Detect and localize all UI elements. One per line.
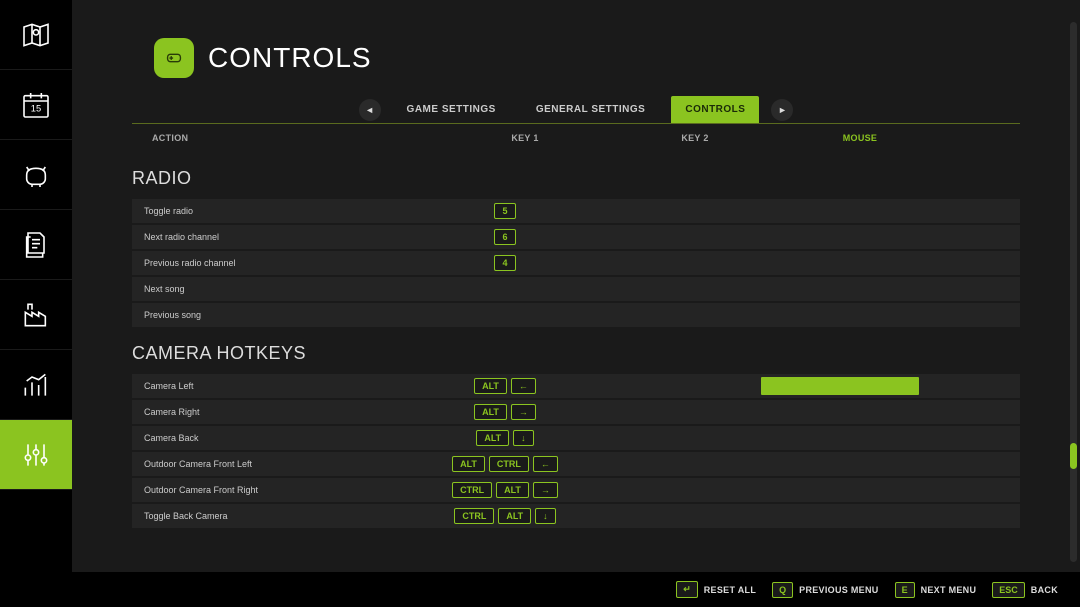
col-header-mouse: MOUSE	[780, 133, 940, 143]
key-badge: ←	[533, 456, 558, 472]
binding-key1[interactable]: ALTCTRL←	[420, 456, 590, 472]
page-title: CONTROLS	[208, 42, 372, 74]
binding-row[interactable]: Next song	[132, 277, 1020, 301]
sidebar-item-map[interactable]	[0, 0, 72, 70]
binding-row[interactable]: Next radio channel 6	[132, 225, 1020, 249]
bindings-list: Light front RADIO Toggle radio 5 Next ra…	[132, 152, 1020, 557]
back-button[interactable]: BACK	[1031, 585, 1058, 595]
binding-key1[interactable]: ALT←	[420, 378, 590, 394]
binding-action: Next song	[144, 284, 420, 294]
binding-row[interactable]: Toggle radio 5	[132, 199, 1020, 223]
key-badge: CTRL	[489, 456, 529, 472]
binding-row[interactable]: Camera Left ALT←	[132, 374, 1020, 398]
sidebar-item-animals[interactable]	[0, 140, 72, 210]
sliders-icon	[20, 439, 52, 471]
binding-row[interactable]: Camera Right ALT→	[132, 400, 1020, 424]
binding-key1[interactable]: 5	[420, 203, 590, 219]
next-key-hint: E	[895, 582, 915, 598]
col-header-key1: KEY 1	[440, 133, 610, 143]
scrollbar-track[interactable]	[1070, 22, 1077, 562]
main-panel: CONTROLS ◄ GAME SETTINGS GENERAL SETTING…	[72, 0, 1080, 572]
sidebar-item-stats[interactable]	[0, 350, 72, 420]
binding-row[interactable]: Previous radio channel 4	[132, 251, 1020, 275]
key-badge: ALT	[474, 404, 507, 420]
mouse-binding-active[interactable]	[761, 377, 919, 395]
binding-row[interactable]: Outdoor Camera Front Left ALTCTRL←	[132, 452, 1020, 476]
sidebar-item-production[interactable]	[0, 280, 72, 350]
binding-action: Camera Back	[144, 433, 420, 443]
key-badge: →	[511, 404, 536, 420]
binding-row[interactable]: Toggle Back Camera CTRLALT↓	[132, 504, 1020, 528]
tabs-row: ◄ GAME SETTINGS GENERAL SETTINGS CONTROL…	[132, 96, 1020, 124]
next-menu-button[interactable]: NEXT MENU	[921, 585, 977, 595]
cow-icon	[20, 159, 52, 191]
binding-action: Camera Right	[144, 407, 420, 417]
section-title: CAMERA HOTKEYS	[132, 329, 1020, 374]
tab-controls[interactable]: CONTROLS	[671, 96, 759, 123]
column-headers: ACTION KEY 1 KEY 2 MOUSE	[132, 124, 1020, 152]
binding-action: Outdoor Camera Front Right	[144, 485, 420, 495]
binding-key1[interactable]: ALT↓	[420, 430, 590, 446]
binding-action: Toggle Back Camera	[144, 511, 420, 521]
tab-general-settings[interactable]: GENERAL SETTINGS	[522, 96, 660, 123]
key-badge: 5	[494, 203, 515, 219]
factory-icon	[20, 299, 52, 331]
sidebar-item-contracts[interactable]	[0, 210, 72, 280]
binding-action: Previous radio channel	[144, 258, 420, 268]
key-badge: ↓	[535, 508, 556, 524]
tabs-prev-arrow[interactable]: ◄	[359, 99, 381, 121]
sidebar-item-schedule[interactable]: 15	[0, 70, 72, 140]
reset-all-button[interactable]: RESET ALL	[704, 585, 756, 595]
binding-action: Next radio channel	[144, 232, 420, 242]
calendar-icon: 15	[20, 89, 52, 121]
binding-key1[interactable]: CTRLALT↓	[420, 508, 590, 524]
prev-key-hint: Q	[772, 582, 793, 598]
binding-key1[interactable]: 4	[420, 255, 590, 271]
binding-mouse[interactable]	[760, 377, 920, 395]
stats-icon	[20, 369, 52, 401]
key-badge: ALT	[496, 482, 529, 498]
page-header: CONTROLS	[132, 0, 1020, 96]
key-badge: ALT	[476, 430, 509, 446]
footer-actions: ↵ RESET ALL Q PREVIOUS MENU E NEXT MENU …	[0, 572, 1080, 607]
key-badge: 6	[494, 229, 515, 245]
key-badge: ←	[511, 378, 536, 394]
key-badge: ↓	[513, 430, 534, 446]
binding-row[interactable]: Camera Back ALT↓	[132, 426, 1020, 450]
binding-action: Camera Left	[144, 381, 420, 391]
key-badge: →	[533, 482, 558, 498]
binding-action: Previous song	[144, 310, 420, 320]
controller-icon	[154, 38, 194, 78]
binding-action: Toggle radio	[144, 206, 420, 216]
binding-key1[interactable]: 6	[420, 229, 590, 245]
col-header-key2: KEY 2	[610, 133, 780, 143]
sidebar: 15	[0, 0, 72, 572]
key-badge: ALT	[474, 378, 507, 394]
key-badge: CTRL	[452, 482, 492, 498]
col-header-action: ACTION	[152, 133, 440, 143]
binding-action: Outdoor Camera Front Left	[144, 459, 420, 469]
previous-menu-button[interactable]: PREVIOUS MENU	[799, 585, 878, 595]
documents-icon	[20, 229, 52, 261]
sidebar-item-settings[interactable]	[0, 420, 72, 490]
tabs-next-arrow[interactable]: ►	[771, 99, 793, 121]
scrollbar-thumb[interactable]	[1070, 443, 1077, 469]
binding-row[interactable]: Previous song	[132, 303, 1020, 327]
key-badge: ALT	[498, 508, 531, 524]
key-badge: ALT	[452, 456, 485, 472]
reset-key-hint: ↵	[676, 581, 698, 598]
key-badge: 4	[494, 255, 515, 271]
back-key-hint: ESC	[992, 582, 1025, 598]
binding-key1[interactable]: ALT→	[420, 404, 590, 420]
map-icon	[20, 19, 52, 51]
binding-row[interactable]: Outdoor Camera Front Right CTRLALT→	[132, 478, 1020, 502]
tab-game-settings[interactable]: GAME SETTINGS	[393, 96, 510, 123]
svg-text:15: 15	[31, 103, 41, 113]
section-title: RADIO	[132, 154, 1020, 199]
key-badge: CTRL	[454, 508, 494, 524]
binding-key1[interactable]: CTRLALT→	[420, 482, 590, 498]
